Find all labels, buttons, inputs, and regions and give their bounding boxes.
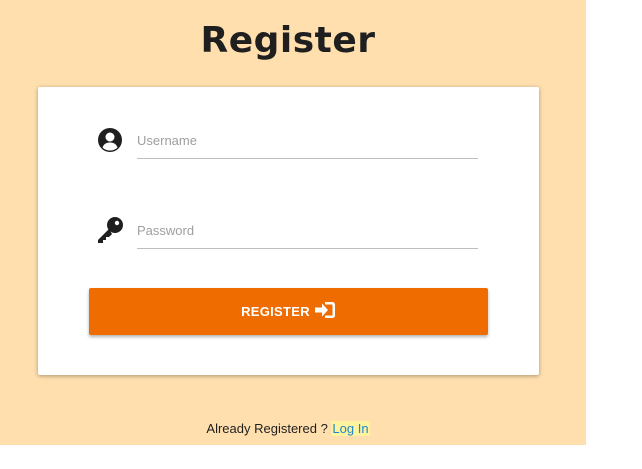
register-button[interactable]: REGISTER	[89, 288, 488, 335]
page-title: Register	[200, 20, 376, 61]
user-circle-icon	[96, 126, 124, 154]
login-prompt: Already Registered ? Log In	[0, 421, 576, 436]
username-input[interactable]	[137, 122, 478, 159]
password-field	[96, 212, 480, 258]
username-field	[96, 122, 480, 168]
already-registered-text: Already Registered ?	[206, 421, 332, 436]
login-link[interactable]: Log In	[331, 421, 370, 436]
sign-in-icon	[314, 300, 336, 323]
password-input[interactable]	[137, 212, 478, 249]
key-icon	[96, 216, 124, 244]
register-card: REGISTER	[38, 87, 539, 375]
register-button-label: REGISTER	[241, 304, 310, 319]
